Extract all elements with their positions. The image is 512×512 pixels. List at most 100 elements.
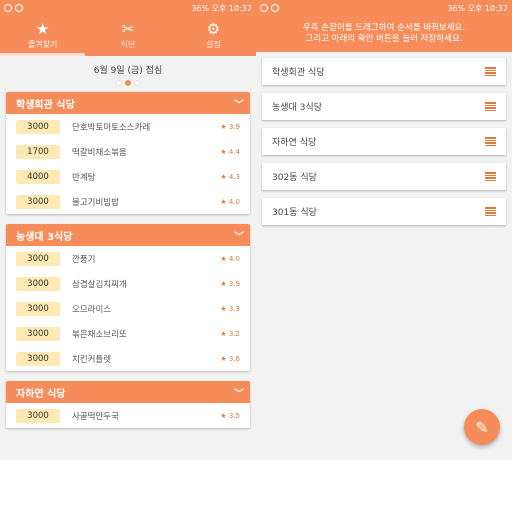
price-badge: 3000 [16, 351, 60, 366]
notification-icon [260, 4, 268, 12]
rating: ★ 3.9 [220, 279, 240, 288]
tab-settings[interactable]: ⚙ 설정 [171, 16, 256, 56]
chevron-down-icon[interactable]: ﹀ [228, 385, 250, 400]
restaurant-card: 학생회관 식당 ﹀ 3000 단호박토마토소스카레 ★ 3.9 1700 떡갈비채소볶… [6, 92, 250, 214]
rating: ★ 4.4 [220, 147, 240, 156]
price-badge: 4000 [16, 169, 60, 184]
menu-row[interactable]: 3000 깐풍기 ★ 4.0 [6, 246, 250, 271]
menu-name: 반계탕 [72, 172, 96, 183]
tab-label: 식단 [120, 40, 136, 49]
page-indicator [116, 79, 140, 86]
restaurant-name: 학생회관 식당 [16, 99, 75, 111]
drag-handle-icon[interactable] [485, 137, 496, 146]
drag-handle-icon[interactable] [485, 207, 496, 216]
reorder-item[interactable]: 학생회관 식당 [262, 58, 506, 85]
battery-level: 36% [447, 3, 466, 13]
price-badge: 3000 [16, 276, 60, 291]
rating: ★ 3.6 [220, 354, 240, 363]
date-header: 6월 9일 (금) 점심 [0, 56, 256, 92]
instruction-line: 우측 손잡이를 드래그하여 순서를 바꿔보세요. [302, 23, 466, 33]
notification-icon [15, 4, 23, 12]
instruction-line: 그리고 아래의 확인 버튼을 눌러 저장하세요. [305, 34, 463, 44]
menu-name: 볶은채소브리또 [72, 329, 127, 340]
menu-row[interactable]: 3000 치킨커틀렛 ★ 3.6 [6, 346, 250, 371]
battery-level: 36% [191, 3, 210, 13]
card-header[interactable]: 자하연 식당 ﹀ [6, 381, 250, 403]
instruction-banner: 우측 손잡이를 드래그하여 순서를 바꿔보세요. 그리고 아래의 확인 버튼을 … [256, 16, 512, 52]
reorder-screen: 36% 오후 10:37 우측 손잡이를 드래그하여 순서를 바꿔보세요. 그리… [256, 0, 512, 460]
reorder-item[interactable]: 자하연 식당 [262, 128, 506, 155]
card-header[interactable]: 농생대 3식당 ﹀ [6, 224, 250, 246]
menu-name: 사골떡만두국 [72, 411, 119, 422]
star-icon: ★ [35, 20, 50, 38]
confirm-button[interactable]: ✎ [464, 409, 500, 445]
favorites-screen: 36% 오후 10:37 ★ 즐겨찾기 ✂ 식단 ⚙ 설정 6월 9일 (금) … [0, 0, 256, 460]
menu-row[interactable]: 4000 반계탕 ★ 4.3 [6, 164, 250, 189]
price-badge: 3000 [16, 408, 60, 423]
menu-name: 오므라이스 [72, 304, 112, 315]
utensils-icon: ✂ [121, 20, 135, 38]
menu-name: 깐풍기 [72, 254, 96, 265]
rating: ★ 4.0 [220, 254, 240, 263]
chevron-down-icon[interactable]: ﹀ [228, 96, 250, 111]
gear-icon: ⚙ [206, 20, 221, 38]
restaurant-name: 302동 식당 [272, 173, 317, 183]
tab-bar: ★ 즐겨찾기 ✂ 식단 ⚙ 설정 [0, 16, 256, 56]
menu-name: 불고기비빔밥 [72, 197, 119, 208]
clock: 오후 10:37 [211, 3, 252, 13]
drag-handle-icon[interactable] [485, 172, 496, 181]
menu-name: 떡갈비채소볶음 [72, 147, 127, 158]
price-badge: 3000 [16, 326, 60, 341]
menu-row[interactable]: 3000 볶은채소브리또 ★ 3.2 [6, 321, 250, 346]
rating: ★ 4.0 [220, 197, 240, 206]
restaurant-name: 학생회관 식당 [272, 68, 325, 78]
restaurant-name: 자하연 식당 [272, 138, 317, 148]
price-badge: 3000 [16, 194, 60, 209]
menu-row[interactable]: 3000 단호박토마토소스카레 ★ 3.9 [6, 114, 250, 139]
notification-icon [4, 4, 12, 12]
page-dot [116, 79, 122, 86]
date-label: 6월 9일 (금) 점심 [93, 65, 163, 76]
pencil-icon: ✎ [475, 417, 489, 437]
price-badge: 1700 [16, 144, 60, 159]
drag-handle-icon[interactable] [485, 102, 496, 111]
menu-name: 단호박토마토소스카레 [72, 122, 151, 133]
restaurant-name: 301동 식당 [272, 208, 317, 218]
page-dot [134, 79, 140, 86]
menu-row[interactable]: 3000 불고기비빔밥 ★ 4.0 [6, 189, 250, 214]
card-header[interactable]: 학생회관 식당 ﹀ [6, 92, 250, 114]
menu-row[interactable]: 3000 삼겹살김치찌개 ★ 3.9 [6, 271, 250, 296]
notification-icon [271, 4, 279, 12]
tab-favorites[interactable]: ★ 즐겨찾기 [0, 16, 86, 56]
reorder-item[interactable]: 농생대 3식당 [262, 93, 506, 120]
price-badge: 3000 [16, 119, 60, 134]
menu-row[interactable]: 1700 떡갈비채소볶음 ★ 4.4 [6, 139, 250, 164]
page-dot-active [125, 79, 131, 86]
drag-handle-icon[interactable] [485, 67, 496, 76]
menu-row[interactable]: 3000 사골떡만두국 ★ 3.5 [6, 403, 250, 428]
rating: ★ 4.3 [220, 172, 240, 181]
tab-menu[interactable]: ✂ 식단 [85, 16, 170, 56]
restaurant-card: 자하연 식당 ﹀ 3000 사골떡만두국 ★ 3.5 [6, 381, 250, 428]
rating: ★ 3.2 [220, 329, 240, 338]
rating: ★ 3.9 [220, 122, 240, 131]
reorder-item[interactable]: 302동 식당 [262, 163, 506, 190]
restaurant-name: 농생대 3식당 [272, 103, 322, 113]
restaurant-name: 자하연 식당 [16, 388, 66, 400]
tab-label: 설정 [205, 40, 221, 49]
menu-row[interactable]: 3000 오므라이스 ★ 3.3 [6, 296, 250, 321]
reorder-item[interactable]: 301동 식당 [262, 198, 506, 225]
price-badge: 3000 [16, 301, 60, 316]
menu-name: 치킨커틀렛 [72, 354, 112, 365]
menu-name: 삼겹살김치찌개 [72, 279, 127, 290]
restaurant-card: 농생대 3식당 ﹀ 3000 깐풍기 ★ 4.0 3000 삼겹살김치찌개 ★ 3.9 … [6, 224, 250, 371]
status-bar: 36% 오후 10:37 [256, 0, 512, 16]
tab-label: 즐겨찾기 [27, 40, 58, 49]
clock: 오후 10:37 [467, 3, 508, 13]
restaurant-name: 농생대 3식당 [16, 231, 73, 243]
chevron-down-icon[interactable]: ﹀ [228, 228, 250, 243]
rating: ★ 3.3 [220, 304, 240, 313]
price-badge: 3000 [16, 251, 60, 266]
rating: ★ 3.5 [220, 411, 240, 420]
status-bar: 36% 오후 10:37 [0, 0, 256, 16]
